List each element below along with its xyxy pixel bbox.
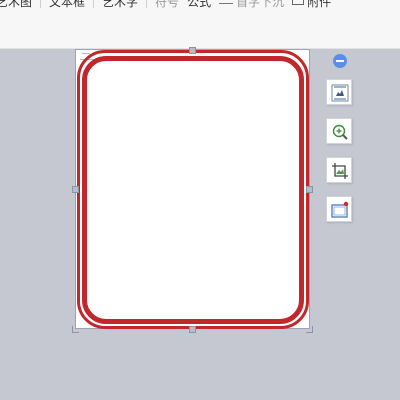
art-image-label: 艺术图 (0, 0, 33, 9)
formula-button[interactable]: 公式 (179, 0, 211, 10)
collapse-toolbar-button[interactable] (333, 54, 347, 68)
resize-handle-left[interactable] (72, 186, 79, 193)
crop-button[interactable] (326, 157, 352, 183)
resize-handle-top[interactable] (189, 47, 196, 54)
border-icon (331, 201, 349, 218)
text-box-button[interactable]: 文本框 (41, 0, 85, 10)
resize-handle-bottom-right[interactable] (306, 326, 313, 333)
resize-handle-bottom-left[interactable] (72, 326, 79, 333)
zoom-in-button[interactable] (326, 118, 352, 144)
layout-options-icon (331, 84, 349, 102)
drop-cap-label: 首字下沉 (236, 0, 285, 9)
border-shape-inner[interactable] (82, 56, 304, 324)
ribbon-toolbar: 艺术图 文本框 艺术字 符号 公式 首字下沉 附件 (0, 0, 400, 49)
symbol-label: 符号 (155, 0, 180, 9)
ribbon-insert-group: 艺术图 文本框 艺术字 符号 公式 首字下沉 附件 (0, 0, 331, 11)
attachment-label: 附件 (307, 0, 332, 9)
formula-label: 公式 (187, 0, 212, 9)
art-image-button[interactable]: 艺术图 (0, 0, 32, 10)
drop-cap-button[interactable]: 首字下沉 (211, 0, 284, 10)
crop-icon (332, 163, 348, 179)
zoom-in-icon (332, 124, 348, 140)
word-art-button[interactable]: 艺术字 (94, 0, 138, 10)
border-button[interactable] (326, 196, 352, 222)
attachment-icon (292, 0, 305, 5)
attachment-button[interactable]: 附件 (284, 0, 331, 10)
word-art-label: 艺术字 (102, 0, 139, 9)
symbol-button[interactable]: 符号 (147, 0, 179, 10)
text-box-label: 文本框 (49, 0, 86, 9)
resize-handle-bottom[interactable] (189, 326, 196, 333)
resize-handle-right[interactable] (306, 186, 313, 193)
layout-options-button[interactable] (326, 79, 352, 105)
text-lines-icon (219, 0, 234, 8)
